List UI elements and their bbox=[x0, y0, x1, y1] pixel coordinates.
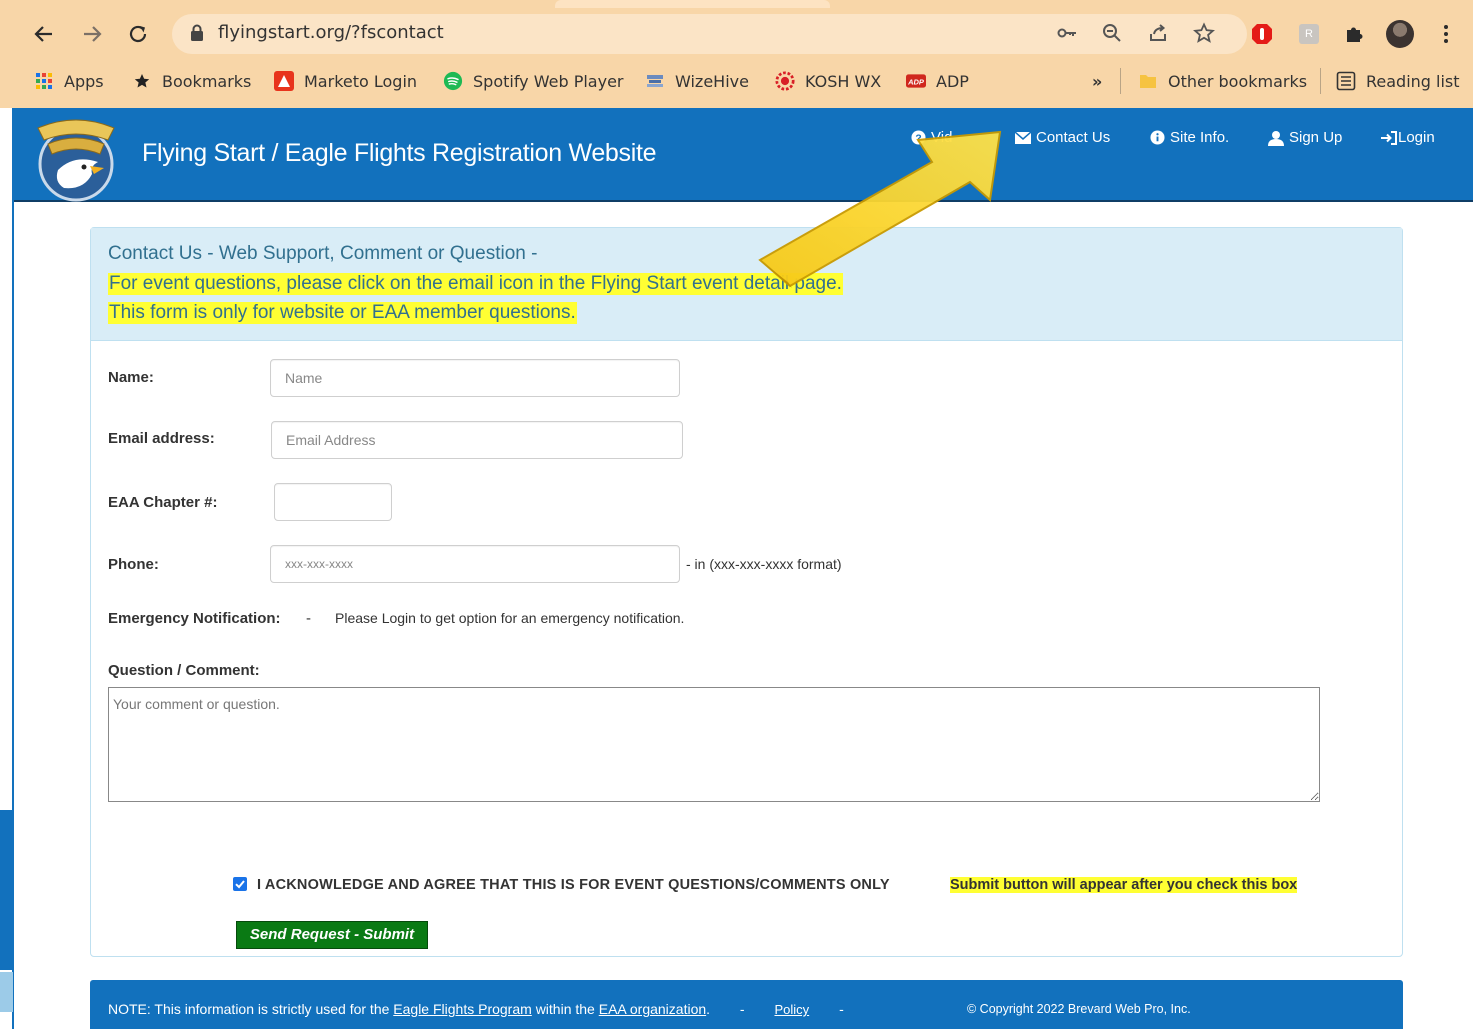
user-icon bbox=[1268, 130, 1284, 146]
reading-list[interactable]: Reading list bbox=[1336, 70, 1460, 92]
wizehive-icon bbox=[645, 71, 665, 91]
nav-videos[interactable]: ? Vid bbox=[911, 129, 952, 146]
reload-icon bbox=[129, 25, 147, 43]
name-label: Name: bbox=[108, 369, 154, 386]
side-panel-tab[interactable] bbox=[0, 810, 13, 970]
phone-label: Phone: bbox=[108, 556, 159, 573]
eaa-chapter-label: EAA Chapter #: bbox=[108, 494, 218, 511]
question-comment-textarea[interactable] bbox=[108, 687, 1320, 802]
emergency-notification-label: Emergency Notification: bbox=[108, 610, 281, 627]
forward-button[interactable] bbox=[76, 18, 108, 50]
copyright-text: © Copyright 2022 Brevard Web Pro, Inc. bbox=[967, 1002, 1191, 1016]
acknowledge-checkbox[interactable] bbox=[233, 877, 247, 891]
nav-contact-us[interactable]: Contact Us bbox=[1015, 129, 1110, 146]
contact-form-title: Contact Us - Web Support, Comment or Que… bbox=[108, 243, 538, 264]
bookmark-spotify[interactable]: Spotify Web Player bbox=[443, 70, 623, 92]
arrow-left-icon bbox=[34, 26, 52, 42]
adp-icon: ADP bbox=[906, 71, 926, 91]
submit-hint: Submit button will appear after you chec… bbox=[950, 877, 1298, 893]
profile-avatar-icon[interactable] bbox=[1386, 20, 1414, 48]
svg-text:ADP: ADP bbox=[907, 77, 925, 86]
name-input[interactable] bbox=[270, 359, 680, 397]
bookmarks-overflow[interactable]: » bbox=[1092, 70, 1102, 92]
share-icon[interactable] bbox=[1146, 22, 1170, 46]
event-questions-notice: For event questions, please click on the… bbox=[108, 273, 843, 295]
phone-input[interactable] bbox=[270, 545, 680, 583]
star-icon bbox=[132, 71, 152, 91]
eagle-flights-program-link[interactable]: Eagle Flights Program bbox=[393, 1001, 532, 1017]
bookmark-other[interactable]: Other bookmarks bbox=[1138, 70, 1307, 92]
bookmark-star-icon[interactable] bbox=[1192, 22, 1216, 46]
reading-list-icon bbox=[1336, 71, 1356, 91]
folder-icon bbox=[1138, 71, 1158, 91]
eaa-chapter-input[interactable] bbox=[274, 483, 392, 521]
question-circle-icon: ? bbox=[911, 130, 926, 145]
bookmark-adp[interactable]: ADP ADP bbox=[906, 70, 969, 92]
envelope-icon bbox=[1015, 131, 1031, 144]
active-tab[interactable] bbox=[555, 0, 830, 8]
checkmark-icon bbox=[235, 880, 245, 889]
website-questions-notice: This form is only for website or EAA mem… bbox=[108, 302, 577, 324]
emergency-notification-text: Please Login to get option for an emerge… bbox=[335, 610, 685, 626]
key-icon[interactable] bbox=[1055, 22, 1079, 46]
reload-button[interactable] bbox=[122, 18, 154, 50]
nav-site-info[interactable]: Site Info. bbox=[1150, 129, 1229, 146]
phone-format-hint: - in (xxx-xxx-xxxx format) bbox=[686, 556, 842, 572]
url-text[interactable]: flyingstart.org/?fscontact bbox=[218, 22, 444, 43]
svg-text:?: ? bbox=[915, 133, 921, 144]
marketo-icon bbox=[274, 71, 294, 91]
bookmark-separator bbox=[1320, 68, 1321, 94]
kebab-menu-icon[interactable] bbox=[1432, 20, 1460, 48]
eaa-organization-link[interactable]: EAA organization bbox=[599, 1001, 706, 1017]
site-title[interactable]: Flying Start / Eagle Flights Registratio… bbox=[142, 139, 657, 168]
side-panel-tab-lower[interactable] bbox=[0, 972, 13, 1012]
apps-grid-icon bbox=[34, 71, 54, 91]
spotify-icon bbox=[443, 71, 463, 91]
email-input[interactable] bbox=[271, 421, 683, 459]
nav-sign-up[interactable]: Sign Up bbox=[1268, 129, 1342, 146]
bookmark-apps[interactable]: Apps bbox=[34, 70, 104, 92]
eagle-flights-logo[interactable] bbox=[28, 110, 124, 202]
puzzle-extensions-icon[interactable] bbox=[1340, 20, 1368, 48]
bookmark-separator bbox=[1120, 68, 1121, 94]
login-icon bbox=[1381, 130, 1397, 145]
kosh-icon bbox=[775, 71, 795, 91]
email-label: Email address: bbox=[108, 430, 215, 447]
arrow-right-icon bbox=[84, 26, 102, 42]
nav-login[interactable]: Login bbox=[1381, 129, 1435, 146]
bookmark-kosh-wx[interactable]: KOSH WX bbox=[775, 70, 881, 92]
bookmark-bookmarks[interactable]: Bookmarks bbox=[132, 70, 251, 92]
acknowledge-label[interactable]: I ACKNOWLEDGE AND AGREE THAT THIS IS FOR… bbox=[257, 877, 890, 893]
back-button[interactable] bbox=[28, 18, 60, 50]
info-circle-icon bbox=[1150, 130, 1165, 145]
emergency-separator: - bbox=[306, 610, 311, 627]
zoom-icon[interactable] bbox=[1100, 22, 1124, 46]
bookmark-marketo-login[interactable]: Marketo Login bbox=[274, 70, 417, 92]
footer-note: NOTE: This information is strictly used … bbox=[108, 1001, 844, 1017]
send-request-submit-button[interactable]: Send Request - Submit bbox=[236, 921, 428, 949]
question-comment-label: Question / Comment: bbox=[108, 662, 260, 679]
extension-icon[interactable]: R bbox=[1295, 20, 1323, 48]
adblock-extension-icon[interactable] bbox=[1248, 20, 1276, 48]
lock-icon bbox=[191, 24, 203, 41]
bookmark-wizehive[interactable]: WizeHive bbox=[645, 70, 749, 92]
policy-link[interactable]: Policy bbox=[774, 1002, 809, 1017]
